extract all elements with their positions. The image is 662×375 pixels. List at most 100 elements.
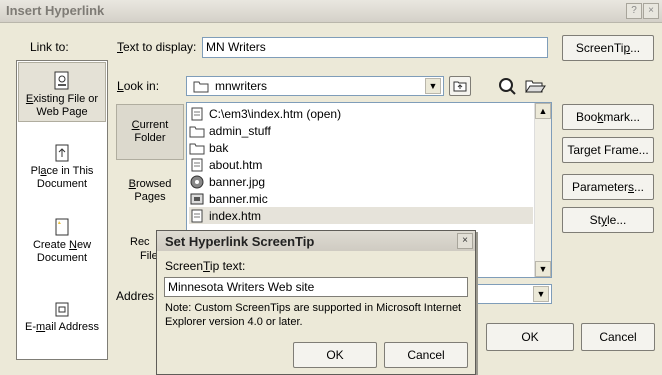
label-prefix: Screen [165, 259, 204, 273]
look-in-value: mnwriters [215, 79, 268, 93]
browsed-pages-tab[interactable]: Browsed Pages [116, 178, 184, 204]
list-item-selected[interactable]: index.htm [189, 207, 533, 224]
accel-key: C [131, 119, 140, 131]
link-to-email-address[interactable]: E-mail Address [17, 299, 107, 334]
label-text: ook in: [123, 79, 160, 93]
label-partial: Rec [130, 236, 150, 248]
link-to-existing-file[interactable]: Existing File or Web Page [17, 71, 107, 119]
label-prefix: Pl [30, 165, 41, 177]
current-folder-tab[interactable]: Current Folder [116, 104, 184, 160]
folder-icon [189, 143, 205, 154]
htm-file-icon [191, 158, 203, 171]
parameters-button[interactable]: Parameter s... [562, 174, 654, 200]
bookmark-button[interactable]: Boo k mark... [562, 104, 654, 130]
btn-label-suffix: le... [607, 213, 627, 227]
label-rest: ail Address [45, 321, 99, 333]
chevron-down-icon[interactable]: ▼ [425, 78, 441, 94]
screentip-ok-button[interactable]: OK [293, 342, 377, 368]
email-address-icon [55, 302, 69, 317]
accel-key: m [36, 321, 46, 333]
screentip-text-label: ScreenTip text: [165, 259, 245, 273]
htm-file-icon [191, 107, 203, 120]
text-to-display-value: MN Writers [206, 40, 266, 54]
screentip-note: Note: Custom ScreenTips are supported in… [165, 302, 462, 328]
dialog-title: Insert Hyperlink [6, 3, 105, 18]
look-in-label: Look in: [117, 79, 159, 93]
btn-label-suffix: ... [630, 41, 641, 55]
folder-icon [193, 81, 209, 93]
file-list-scrollbar[interactable]: ▲ ▼ [534, 103, 551, 277]
screentip-title-bar: Set Hyperlink ScreenTip × [157, 231, 475, 251]
label-rest: xisting File or Web Page [33, 93, 99, 118]
screentip-cancel-button[interactable]: Cancel [384, 342, 468, 368]
place-in-document-icon [55, 144, 69, 162]
btn-label-suffix: mark... [603, 110, 641, 124]
file-name: admin_stuff [209, 123, 271, 138]
target-frame-button[interactable]: Tar g et Frame... [562, 137, 654, 163]
browse-file-button[interactable] [524, 76, 546, 96]
close-button[interactable]: × [643, 3, 659, 19]
file-name: bak [209, 140, 229, 155]
btn-label: Boo [575, 110, 598, 124]
address-combo[interactable]: ▼ [470, 284, 552, 304]
chevron-down-icon[interactable]: ▼ [533, 286, 549, 302]
screentip-dialog: Set Hyperlink ScreenTip × ScreenTip text… [156, 230, 476, 375]
help-button[interactable]: ? [626, 3, 642, 19]
mic-file-icon [190, 193, 204, 204]
label-rest: urrent Folder [134, 119, 169, 144]
accel-key: g [583, 143, 591, 157]
accel-key: N [69, 239, 77, 251]
folder-icon [189, 126, 205, 137]
accel-key: p [623, 41, 631, 55]
file-name: banner.jpg [209, 174, 266, 189]
label-rest: rowsed Pages [134, 178, 172, 203]
style-button[interactable]: St y le... [562, 207, 654, 233]
insert-hyperlink-dialog: Insert Hyperlink ? × Link to: Text to di… [0, 0, 662, 375]
file-name: C:\em3\index.htm (open) [209, 106, 342, 121]
new-document-icon [55, 218, 69, 236]
browse-web-icon [499, 78, 516, 95]
screentip-close-button[interactable]: × [457, 233, 473, 249]
btn-label-suffix: et Frame... [590, 143, 649, 157]
screentip-text-input[interactable]: Minnesota Writers Web site [164, 277, 468, 297]
btn-label: St [589, 213, 601, 227]
look-in-dropdown[interactable]: mnwriters ▼ [186, 76, 444, 96]
list-item[interactable]: bak [189, 139, 228, 156]
title-bar: Insert Hyperlink ? × [0, 0, 662, 23]
browse-web-button[interactable] [497, 76, 517, 96]
cancel-button[interactable]: Cancel [581, 323, 655, 351]
existing-file-icon [54, 71, 69, 90]
btn-label: ScreenTi [575, 41, 624, 55]
label-text: ext to display: [123, 40, 197, 54]
screentip-title: Set Hyperlink ScreenTip [165, 234, 315, 249]
file-name: about.htm [209, 157, 263, 172]
scroll-down-icon[interactable]: ▼ [535, 261, 551, 277]
screentip-button[interactable]: ScreenTi p... [562, 35, 654, 61]
accel-key: L [117, 79, 124, 93]
list-item[interactable]: about.htm [189, 156, 262, 173]
list-item[interactable]: banner.mic [189, 190, 268, 207]
htm-file-icon [191, 209, 203, 222]
up-one-folder-button[interactable] [449, 76, 471, 96]
label-prefix: Create [32, 239, 70, 251]
image-file-icon [190, 175, 204, 188]
list-item[interactable]: banner.jpg [189, 173, 265, 190]
scroll-up-icon[interactable]: ▲ [535, 103, 551, 119]
open-folder-icon [525, 80, 546, 93]
link-to-panel: Existing File or Web Page Place in This … [16, 60, 108, 360]
link-to-label: Link to: [30, 40, 69, 54]
list-item[interactable]: C:\em3\index.htm (open) [189, 105, 341, 122]
file-name: banner.mic [209, 191, 268, 206]
label-rest: ip text: [209, 259, 246, 273]
up-folder-icon [453, 81, 467, 92]
btn-label: Tar [567, 143, 584, 157]
label-prefix: E- [25, 321, 36, 333]
text-to-display-input[interactable]: MN Writers [202, 37, 548, 58]
link-to-place-in-document[interactable]: Place in This Document [17, 143, 107, 191]
ok-button[interactable]: OK [486, 323, 574, 351]
list-item[interactable]: admin_stuff [189, 122, 271, 139]
file-name: index.htm [209, 208, 262, 223]
accel-key: B [128, 178, 136, 190]
screentip-text-value: Minnesota Writers Web site [168, 280, 315, 294]
link-to-new-document[interactable]: Create New Document [17, 217, 107, 265]
